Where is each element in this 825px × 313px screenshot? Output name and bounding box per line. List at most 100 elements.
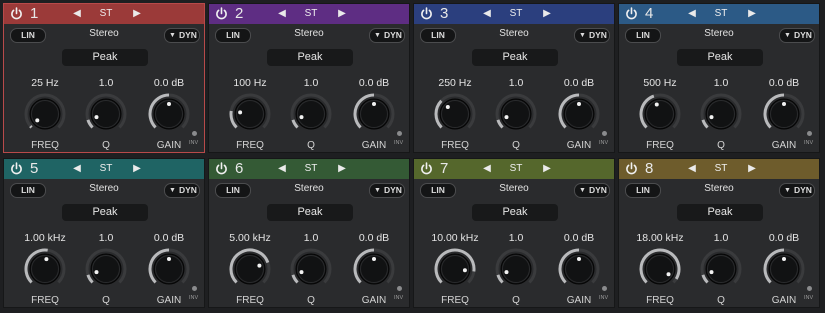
inv-toggle[interactable] — [807, 286, 812, 291]
filter-type-button[interactable]: Peak — [267, 204, 353, 221]
arrow-right-icon[interactable]: ▶ — [335, 162, 349, 176]
arrow-right-icon[interactable]: ▶ — [130, 162, 144, 176]
filter-type-button[interactable]: Peak — [677, 204, 763, 221]
inv-toggle[interactable] — [397, 286, 402, 291]
channel-label[interactable]: Stereo — [474, 28, 554, 39]
freq-knob[interactable] — [228, 92, 272, 136]
gain-value[interactable]: 0.0 dB — [139, 232, 199, 244]
dyn-button[interactable]: ▼ DYN — [574, 183, 610, 198]
arrow-left-icon[interactable]: ◀ — [70, 162, 84, 176]
filter-type-button[interactable]: Peak — [472, 49, 558, 66]
power-icon[interactable] — [215, 7, 228, 20]
inv-toggle[interactable] — [602, 286, 607, 291]
arrow-left-icon[interactable]: ◀ — [480, 162, 494, 176]
gain-knob[interactable] — [557, 92, 601, 136]
arrow-right-icon[interactable]: ▶ — [745, 162, 759, 176]
stereo-mode-label[interactable]: ST — [701, 8, 741, 19]
arrow-left-icon[interactable]: ◀ — [685, 162, 699, 176]
arrow-left-icon[interactable]: ◀ — [685, 7, 699, 21]
filter-type-button[interactable]: Peak — [62, 204, 148, 221]
freq-knob[interactable] — [228, 247, 272, 291]
gain-value[interactable]: 0.0 dB — [549, 232, 609, 244]
filter-type-button[interactable]: Peak — [677, 49, 763, 66]
gain-value[interactable]: 0.0 dB — [549, 77, 609, 89]
dyn-button[interactable]: ▼ DYN — [369, 183, 405, 198]
channel-label[interactable]: Stereo — [64, 28, 144, 39]
q-value[interactable]: 1.0 — [691, 77, 751, 89]
freq-value[interactable]: 100 Hz — [220, 77, 280, 89]
channel-label[interactable]: Stereo — [679, 28, 759, 39]
arrow-right-icon[interactable]: ▶ — [540, 7, 554, 21]
arrow-left-icon[interactable]: ◀ — [70, 7, 84, 21]
lin-button[interactable]: LIN — [625, 28, 661, 43]
inv-toggle[interactable] — [192, 131, 197, 136]
lin-button[interactable]: LIN — [10, 28, 46, 43]
arrow-right-icon[interactable]: ▶ — [745, 7, 759, 21]
freq-value[interactable]: 10.00 kHz — [425, 232, 485, 244]
stereo-mode-label[interactable]: ST — [701, 163, 741, 174]
power-icon[interactable] — [420, 162, 433, 175]
power-icon[interactable] — [420, 7, 433, 20]
gain-knob[interactable] — [147, 92, 191, 136]
gain-knob[interactable] — [352, 247, 396, 291]
channel-label[interactable]: Stereo — [474, 183, 554, 194]
arrow-left-icon[interactable]: ◀ — [275, 162, 289, 176]
freq-value[interactable]: 250 Hz — [425, 77, 485, 89]
channel-label[interactable]: Stereo — [679, 183, 759, 194]
arrow-left-icon[interactable]: ◀ — [275, 7, 289, 21]
q-value[interactable]: 1.0 — [281, 77, 341, 89]
q-knob[interactable] — [494, 92, 538, 136]
q-knob[interactable] — [84, 92, 128, 136]
inv-toggle[interactable] — [807, 131, 812, 136]
lin-button[interactable]: LIN — [10, 183, 46, 198]
power-icon[interactable] — [215, 162, 228, 175]
freq-knob[interactable] — [433, 247, 477, 291]
stereo-mode-label[interactable]: ST — [291, 163, 331, 174]
q-knob[interactable] — [289, 92, 333, 136]
arrow-right-icon[interactable]: ▶ — [130, 7, 144, 21]
gain-value[interactable]: 0.0 dB — [754, 77, 814, 89]
gain-knob[interactable] — [352, 92, 396, 136]
dyn-button[interactable]: ▼ DYN — [369, 28, 405, 43]
q-value[interactable]: 1.0 — [486, 232, 546, 244]
dyn-button[interactable]: ▼ DYN — [574, 28, 610, 43]
freq-knob[interactable] — [23, 92, 67, 136]
stereo-mode-label[interactable]: ST — [86, 8, 126, 19]
freq-value[interactable]: 25 Hz — [15, 77, 75, 89]
q-knob[interactable] — [494, 247, 538, 291]
stereo-mode-label[interactable]: ST — [496, 163, 536, 174]
power-icon[interactable] — [10, 162, 23, 175]
freq-knob[interactable] — [638, 247, 682, 291]
q-knob[interactable] — [289, 247, 333, 291]
gain-knob[interactable] — [147, 247, 191, 291]
power-icon[interactable] — [625, 162, 638, 175]
gain-value[interactable]: 0.0 dB — [344, 77, 404, 89]
lin-button[interactable]: LIN — [420, 183, 456, 198]
power-icon[interactable] — [10, 7, 23, 20]
gain-knob[interactable] — [762, 92, 806, 136]
arrow-right-icon[interactable]: ▶ — [335, 7, 349, 21]
freq-value[interactable]: 1.00 kHz — [15, 232, 75, 244]
channel-label[interactable]: Stereo — [269, 28, 349, 39]
q-knob[interactable] — [699, 247, 743, 291]
power-icon[interactable] — [625, 7, 638, 20]
freq-knob[interactable] — [638, 92, 682, 136]
filter-type-button[interactable]: Peak — [472, 204, 558, 221]
gain-value[interactable]: 0.0 dB — [139, 77, 199, 89]
freq-value[interactable]: 18.00 kHz — [630, 232, 690, 244]
gain-knob[interactable] — [557, 247, 601, 291]
arrow-left-icon[interactable]: ◀ — [480, 7, 494, 21]
stereo-mode-label[interactable]: ST — [86, 163, 126, 174]
gain-value[interactable]: 0.0 dB — [754, 232, 814, 244]
q-value[interactable]: 1.0 — [76, 77, 136, 89]
inv-toggle[interactable] — [602, 131, 607, 136]
stereo-mode-label[interactable]: ST — [291, 8, 331, 19]
dyn-button[interactable]: ▼ DYN — [779, 183, 815, 198]
q-knob[interactable] — [84, 247, 128, 291]
q-value[interactable]: 1.0 — [281, 232, 341, 244]
freq-knob[interactable] — [23, 247, 67, 291]
q-value[interactable]: 1.0 — [76, 232, 136, 244]
lin-button[interactable]: LIN — [215, 28, 251, 43]
arrow-right-icon[interactable]: ▶ — [540, 162, 554, 176]
lin-button[interactable]: LIN — [420, 28, 456, 43]
